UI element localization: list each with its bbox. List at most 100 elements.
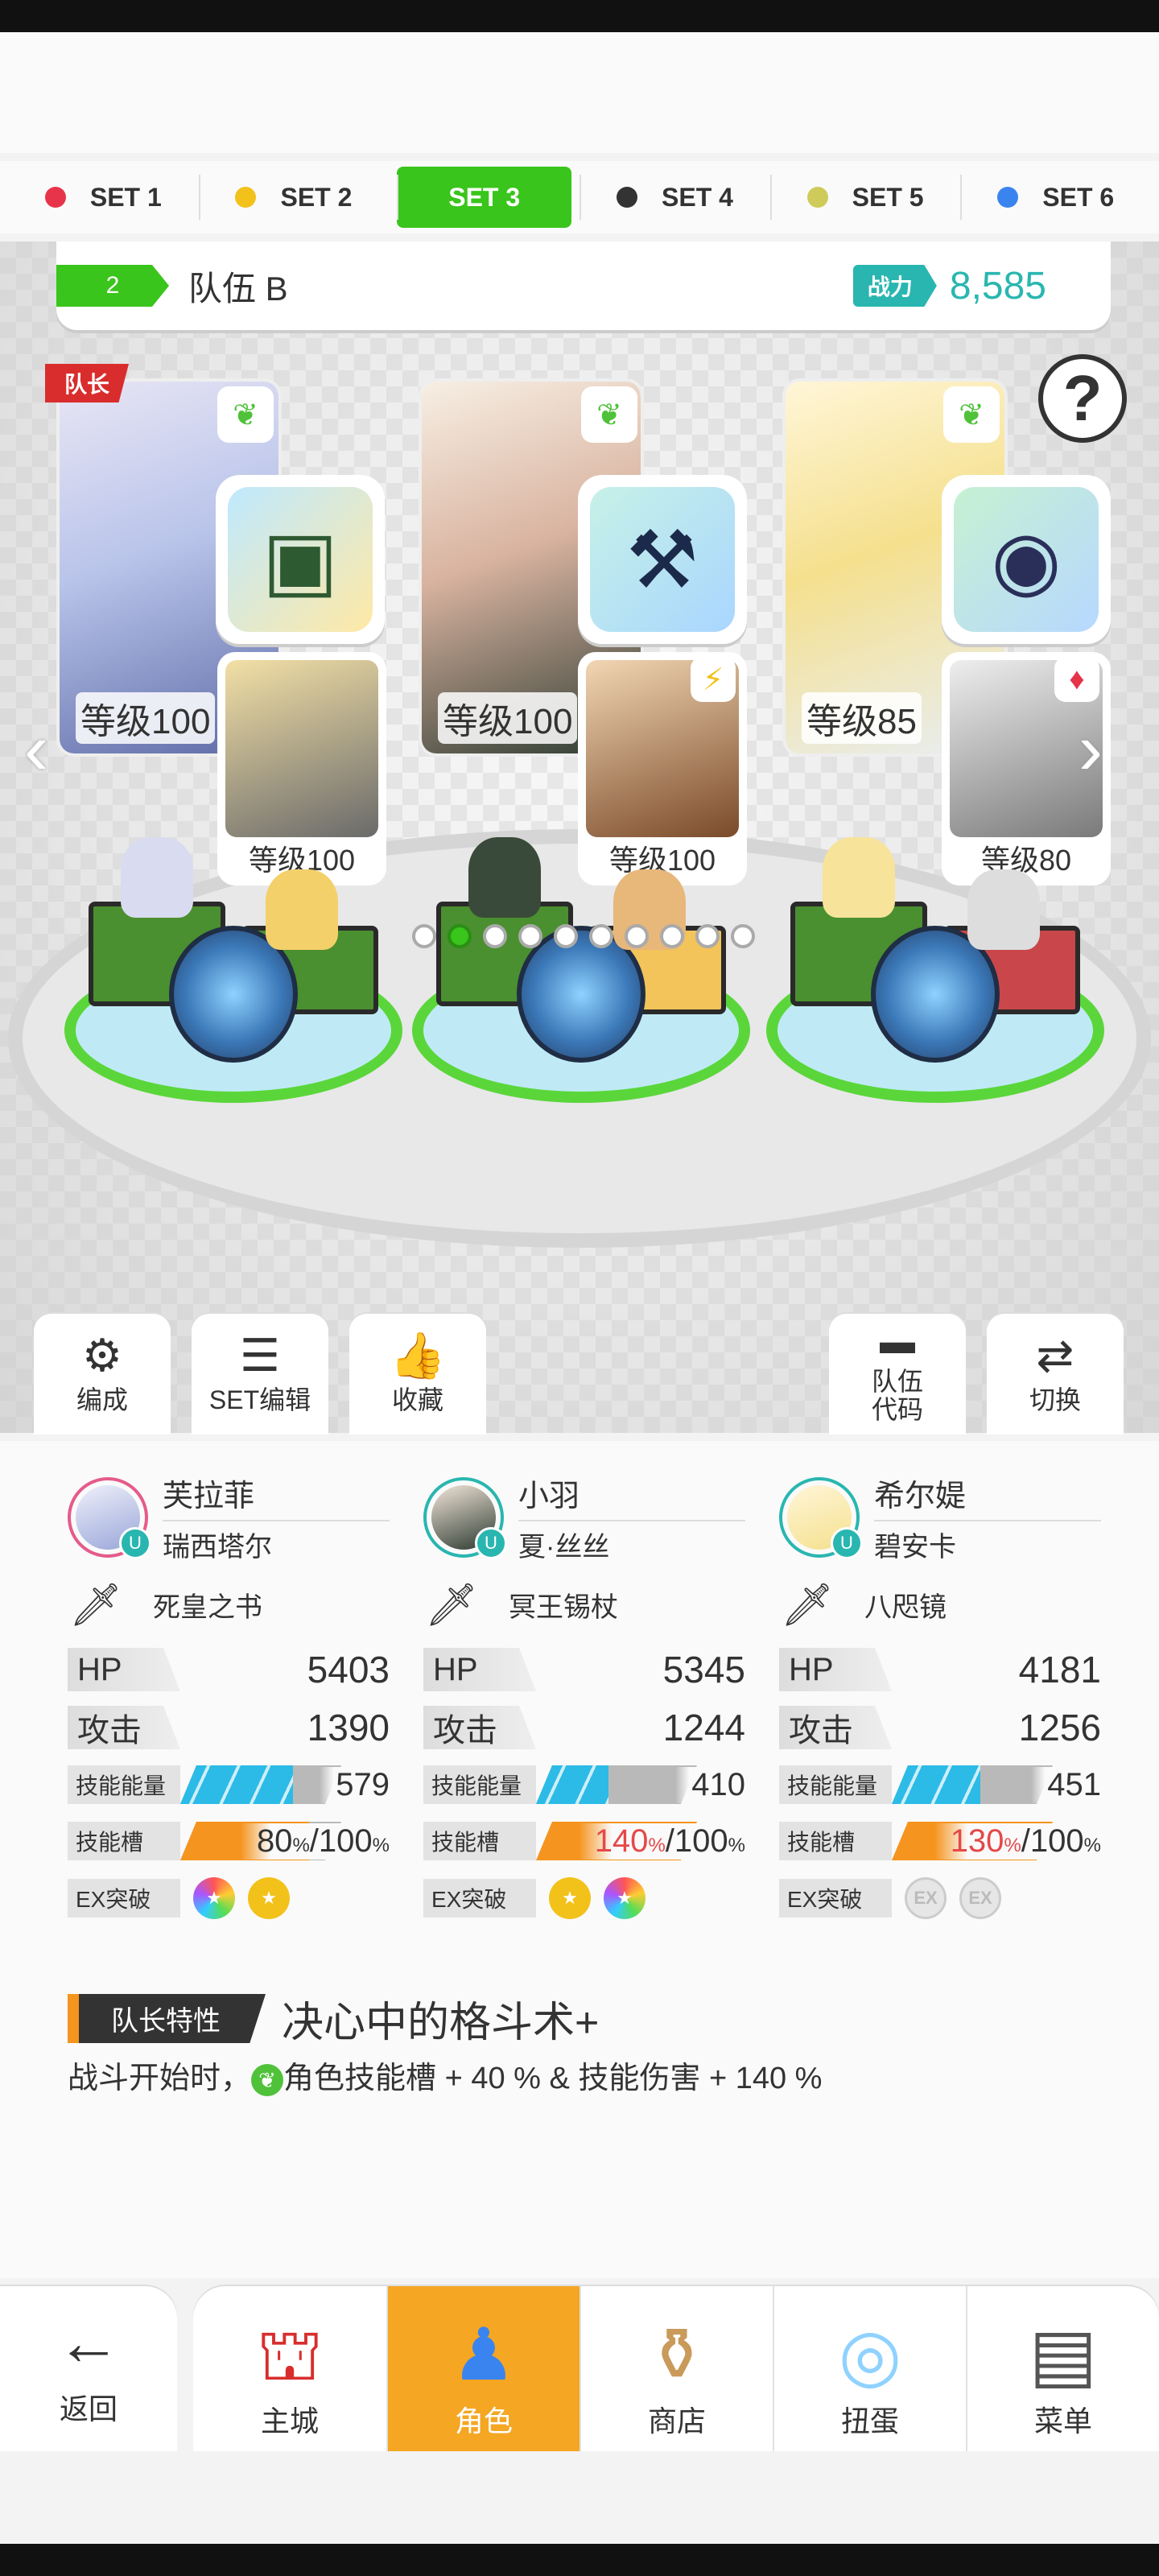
ex-empty-orb-icon: EX — [905, 1877, 947, 1919]
member-column-3: U 希尔媞 碧安卡 🗡 八咫镜 HP 4181 攻击 1256 技能能量 451 技能槽… — [779, 1473, 1101, 1927]
item-art: ◉ — [954, 487, 1099, 632]
weapon-row[interactable]: 🗡 死皇之书 — [68, 1568, 390, 1641]
nav-tabs: ⛫ 主城 ♟ 角色 ⚱ 商店 ◎ 扭蛋 ▤ 菜单 — [193, 2286, 1159, 2451]
help-button[interactable]: ? — [1038, 354, 1127, 443]
switch-label: 切换 — [1029, 1385, 1081, 1415]
ex-rainbow-orb-icon: ★ — [193, 1877, 235, 1919]
tab-set-6[interactable]: SET 6 — [960, 167, 1151, 228]
skill-slot-value: 130%/100% — [934, 1823, 1101, 1860]
bottom-spacer — [0, 2451, 1159, 2548]
skill-energy-label: 技能能量 — [423, 1765, 536, 1804]
weapon-row[interactable]: 🗡 八咫镜 — [779, 1568, 1101, 1641]
mirror-icon[interactable]: ◉ — [942, 475, 1111, 644]
nav-menu[interactable]: ▤ 菜单 — [966, 2286, 1159, 2451]
nav-label: 商店 — [647, 2405, 706, 2438]
page-dot[interactable] — [518, 924, 542, 948]
page-dot[interactable] — [412, 924, 436, 948]
skill-slot-label: 技能槽 — [423, 1822, 536, 1860]
back-button[interactable]: ← 返回 — [0, 2286, 177, 2451]
avatar[interactable]: U — [779, 1477, 863, 1559]
member-column-2: U 小羽 夏·丝丝 🗡 冥王锡杖 HP 5345 攻击 1244 技能能量 410 技能… — [423, 1473, 745, 1927]
avatar[interactable]: U — [423, 1477, 507, 1559]
skill-slot-value: 140%/100% — [578, 1823, 745, 1860]
pedestal-1 — [64, 837, 402, 1103]
page-dot[interactable] — [731, 924, 755, 948]
element-icon: U — [475, 1527, 507, 1559]
leaf-icon: ❦ — [581, 386, 637, 443]
book-icon[interactable]: ▣ — [216, 475, 385, 644]
page-dot[interactable] — [625, 924, 649, 948]
sub-hero-portrait — [225, 660, 378, 837]
page-dot[interactable] — [554, 924, 578, 948]
skill-energy-fill — [536, 1765, 608, 1804]
member-name: 芙拉菲 — [163, 1471, 390, 1521]
atk-label: 攻击 — [423, 1706, 536, 1749]
percent-sign: % — [372, 1834, 390, 1856]
sub-hero-card-1[interactable]: 等级100 — [217, 652, 386, 886]
page-indicator — [412, 924, 755, 948]
ex-rainbow-orb-icon: ★ — [604, 1877, 645, 1919]
hp-label: HP — [779, 1648, 892, 1691]
page-dot[interactable] — [695, 924, 720, 948]
diamond-icon: ♦ — [1054, 657, 1099, 702]
tab-label: SET 3 — [448, 182, 521, 212]
element-icon: U — [831, 1527, 863, 1559]
ex-empty-orb-icon: EX — [959, 1877, 1001, 1919]
next-arrow-icon[interactable]: › — [1079, 708, 1103, 791]
team-number: 2 — [56, 265, 169, 307]
skill-energy-bar — [180, 1765, 341, 1804]
atk-value: 1390 — [307, 1707, 390, 1748]
list-icon: ☰ — [239, 1330, 281, 1381]
ex-gold-orb-icon: ★ — [248, 1877, 290, 1919]
atk-row: 攻击 1244 — [423, 1699, 745, 1757]
member-sub-name: 瑞西塔尔 — [163, 1532, 272, 1563]
ex-label: EX突破 — [779, 1879, 892, 1918]
percent-sign: % — [728, 1834, 745, 1856]
nav-shop[interactable]: ⚱ 商店 — [580, 2286, 773, 2451]
prev-arrow-icon[interactable]: ‹ — [24, 708, 48, 791]
avatar[interactable]: U — [68, 1477, 151, 1559]
skill-energy-bar — [536, 1765, 697, 1804]
skill-slot-row: 技能槽 80%/100% — [68, 1813, 390, 1869]
nav-label: 角色 — [454, 2405, 513, 2438]
team-name[interactable]: 队伍 B — [188, 262, 853, 311]
axe-icon[interactable]: ⚒ — [578, 475, 747, 644]
slot-max: 100 — [318, 1823, 373, 1859]
tab-set-2[interactable]: SET 2 — [198, 167, 390, 228]
formation-button[interactable]: ⚙ 编成 — [34, 1314, 171, 1435]
nav-label: 扭蛋 — [840, 2405, 899, 2438]
skill-energy-row: 技能能量 410 — [423, 1757, 745, 1813]
page-dot[interactable] — [660, 924, 684, 948]
set-color-dot — [235, 187, 257, 208]
tab-set-1[interactable]: SET 1 — [8, 167, 199, 228]
hp-label: HP — [423, 1648, 536, 1691]
favorite-button[interactable]: 👍 收藏 — [349, 1314, 486, 1435]
tab-set-5[interactable]: SET 5 — [769, 167, 961, 228]
nav-main-city[interactable]: ⛫ 主城 — [193, 2286, 386, 2451]
tab-set-3[interactable]: SET 3 — [397, 167, 572, 228]
tab-set-4[interactable]: SET 4 — [580, 167, 770, 228]
skill-energy-value: 579 — [320, 1766, 390, 1803]
menu-list-icon: ▤ — [1029, 2315, 1098, 2396]
team-code-button[interactable]: ▬ 队伍 代码 — [829, 1314, 966, 1435]
slot-current: 140 — [594, 1823, 649, 1859]
atk-value: 1256 — [1018, 1707, 1101, 1748]
skill-slot-row: 技能槽 130%/100% — [779, 1813, 1101, 1869]
page-dot-active[interactable] — [448, 924, 472, 948]
member-header: U 芙拉菲瑞西塔尔 — [68, 1471, 390, 1563]
nav-gacha[interactable]: ◎ 扭蛋 — [773, 2286, 966, 2451]
bottom-nav: ← 返回 ⛫ 主城 ♟ 角色 ⚱ 商店 ◎ 扭蛋 ▤ 菜单 — [0, 2278, 1159, 2451]
pedestal-3 — [766, 837, 1104, 1103]
tab-label: SET 5 — [852, 182, 924, 212]
slot-current: 80 — [256, 1823, 293, 1859]
nav-character[interactable]: ♟ 角色 — [386, 2286, 580, 2451]
page-dot[interactable] — [589, 924, 613, 948]
weapon-row[interactable]: 🗡 冥王锡杖 — [423, 1568, 745, 1641]
weapon-icon: 🗡 — [68, 1581, 122, 1629]
status-bar — [0, 0, 1159, 32]
switch-button[interactable]: ⇄ 切换 — [987, 1314, 1124, 1435]
set-edit-button[interactable]: ☰ SET编辑 — [192, 1314, 328, 1435]
page-dot[interactable] — [483, 924, 507, 948]
member-sub-name: 夏·丝丝 — [518, 1532, 610, 1563]
weapon-icon: 🗡 — [424, 1581, 478, 1629]
